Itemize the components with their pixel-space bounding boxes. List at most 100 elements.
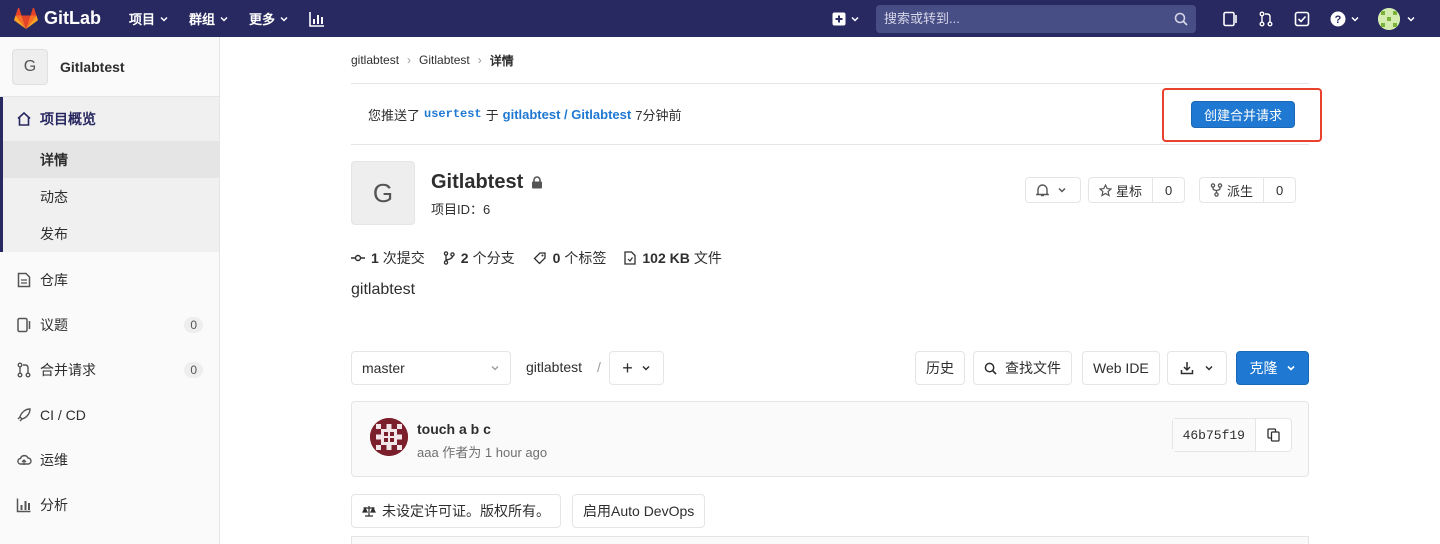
search-input[interactable] — [884, 11, 1174, 26]
menu-projects-label: 项目 — [129, 12, 156, 27]
issues-nav-button[interactable] — [1220, 9, 1240, 29]
chevron-down-icon — [642, 365, 650, 371]
create-merge-request-button[interactable]: 创建合并请求 — [1191, 101, 1296, 128]
project-sidebar: G Gitlabtest 项目概览 详情 动态 发布 仓库 议题 0 合并请求 … — [0, 37, 220, 544]
branch-select-value: master — [362, 360, 405, 376]
sidebar-project-header[interactable]: G Gitlabtest — [0, 37, 219, 97]
sidebar-item-analytics[interactable]: 分析 — [0, 482, 219, 527]
breadcrumb-current[interactable]: 详情 — [490, 52, 514, 69]
branch-icon — [443, 251, 455, 265]
project-header: G Gitlabtest 项目ID：6 星标 0 派生 0 — [351, 145, 1309, 241]
main-menu: 项目 群组 更多 — [129, 9, 345, 28]
commit-title-link[interactable]: touch a b c — [417, 421, 491, 437]
commits-stat[interactable]: 1 次提交 — [351, 248, 425, 268]
web-ide-button[interactable]: Web IDE — [1082, 351, 1160, 385]
add-to-tree-dropdown[interactable]: + — [609, 351, 664, 385]
license-label: 未设定许可证。版权所有。 — [382, 503, 550, 519]
fork-button[interactable]: 派生 — [1200, 178, 1263, 202]
chevron-down-icon — [160, 16, 168, 22]
sidebar-subitem-activity[interactable]: 动态 — [3, 178, 219, 215]
sidebar-subitem-releases[interactable]: 发布 — [3, 215, 219, 252]
plus-square-icon — [832, 12, 846, 25]
menu-more[interactable]: 更多 — [249, 9, 289, 28]
branch-select[interactable]: master — [351, 351, 511, 385]
sidebar-item-label: 运维 — [40, 451, 68, 468]
breadcrumb-group-link[interactable]: gitlabtest — [351, 53, 399, 67]
history-button[interactable]: 历史 — [915, 351, 965, 385]
main-content: gitlabtest › Gitlabtest › 详情 您推送了 userte… — [351, 37, 1322, 528]
user-avatar — [1378, 7, 1400, 30]
files-label: 文件 — [693, 250, 722, 266]
merge-requests-nav-button[interactable] — [1256, 9, 1276, 29]
sidebar-item-merge-requests[interactable]: 合并请求 0 — [0, 347, 219, 392]
menu-projects[interactable]: 项目 — [129, 9, 169, 28]
tags-stat[interactable]: 0 个标签 — [533, 248, 606, 268]
branches-label: 个分支 — [472, 250, 515, 266]
sidebar-item-label: 议题 — [40, 316, 68, 333]
download-dropdown[interactable] — [1167, 351, 1227, 385]
breadcrumb-separator-icon: › — [407, 53, 412, 67]
files-stat[interactable]: 102 KB 文件 — [624, 248, 722, 268]
star-count[interactable]: 0 — [1152, 178, 1184, 202]
star-button[interactable]: 星标 — [1089, 178, 1152, 202]
menu-groups[interactable]: 群组 — [189, 9, 229, 28]
plus-icon: + — [622, 357, 633, 378]
breadcrumb-project-link[interactable]: Gitlabtest — [419, 53, 470, 67]
project-title: Gitlabtest — [431, 171, 543, 194]
recent-push-banner: 您推送了 usertest 于 gitlabtest / Gitlabtest … — [351, 84, 1322, 145]
cloud-icon — [16, 452, 32, 468]
enable-auto-devops-button[interactable]: 启用Auto DevOps — [572, 494, 706, 528]
sidebar-item-repository[interactable]: 仓库 — [0, 257, 219, 302]
help-icon: ? — [1330, 11, 1346, 26]
breadcrumb: gitlabtest › Gitlabtest › 详情 — [351, 37, 1309, 84]
notification-dropdown[interactable] — [1025, 177, 1081, 203]
todos-nav-button[interactable] — [1292, 9, 1312, 29]
project-description: gitlabtest — [351, 281, 416, 298]
sidebar-overview-section: 项目概览 详情 动态 发布 — [0, 97, 219, 252]
project-buttons: 未设定许可证。版权所有。 启用Auto DevOps — [351, 494, 1309, 528]
chevron-down-icon — [1205, 365, 1213, 371]
branches-stat[interactable]: 2 个分支 — [443, 248, 515, 268]
repo-path-link[interactable]: gitlabtest — [526, 359, 582, 375]
search-icon — [1174, 12, 1188, 26]
sidebar-subitem-details[interactable]: 详情 — [3, 141, 219, 178]
top-navbar: GitLab 项目 群组 更多 搜索或转到... ? — [0, 0, 1440, 37]
nav-right: ? — [832, 0, 1440, 37]
sidebar-item-overview[interactable]: 项目概览 — [3, 97, 219, 141]
commit-author-avatar[interactable] — [370, 418, 408, 456]
sidebar-item-issues[interactable]: 议题 0 — [0, 302, 219, 347]
storage-size: 102 KB — [642, 250, 690, 266]
pushed-branch-link[interactable]: usertest — [424, 107, 482, 121]
star-icon — [1099, 183, 1112, 197]
chevron-down-icon — [491, 366, 499, 371]
chevron-down-icon — [280, 16, 288, 22]
repo-toolbar: master gitlabtest / + 历史 查找文件 Web IDE 克隆 — [351, 351, 1309, 385]
brand-name: GitLab — [44, 8, 101, 28]
chevron-down-icon — [1286, 365, 1295, 371]
user-menu-button[interactable] — [1370, 7, 1416, 30]
sidebar-item-label: 项目概览 — [40, 111, 96, 127]
help-nav-button[interactable]: ? — [1328, 9, 1362, 29]
star-label: 星标 — [1116, 183, 1143, 199]
sidebar-item-cicd[interactable]: CI / CD — [0, 392, 219, 437]
notification-button[interactable] — [1026, 178, 1077, 202]
chevron-down-icon — [1407, 16, 1415, 22]
bell-icon — [1036, 184, 1049, 197]
fork-count[interactable]: 0 — [1263, 178, 1295, 202]
push-middle-text: 于 — [485, 107, 499, 123]
sidebar-item-operations[interactable]: 运维 — [0, 437, 219, 482]
commits-count: 1 — [371, 250, 379, 266]
pushed-project-link[interactable]: gitlabtest / Gitlabtest — [503, 107, 632, 122]
new-dropdown-button[interactable] — [832, 12, 860, 26]
activity-chart-button[interactable] — [309, 11, 325, 27]
copy-sha-button[interactable] — [1255, 419, 1291, 451]
chevron-down-icon — [1351, 16, 1359, 22]
find-file-button[interactable]: 查找文件 — [973, 351, 1072, 385]
commit-sha[interactable]: 46b75f19 — [1172, 419, 1255, 451]
chevron-down-icon — [851, 16, 859, 22]
license-button[interactable]: 未设定许可证。版权所有。 — [351, 494, 561, 528]
tag-icon — [533, 252, 546, 265]
sidebar-item-label: 分析 — [40, 496, 68, 513]
clone-dropdown-button[interactable]: 克隆 — [1236, 351, 1309, 385]
gitlab-logo[interactable]: GitLab — [14, 7, 101, 30]
